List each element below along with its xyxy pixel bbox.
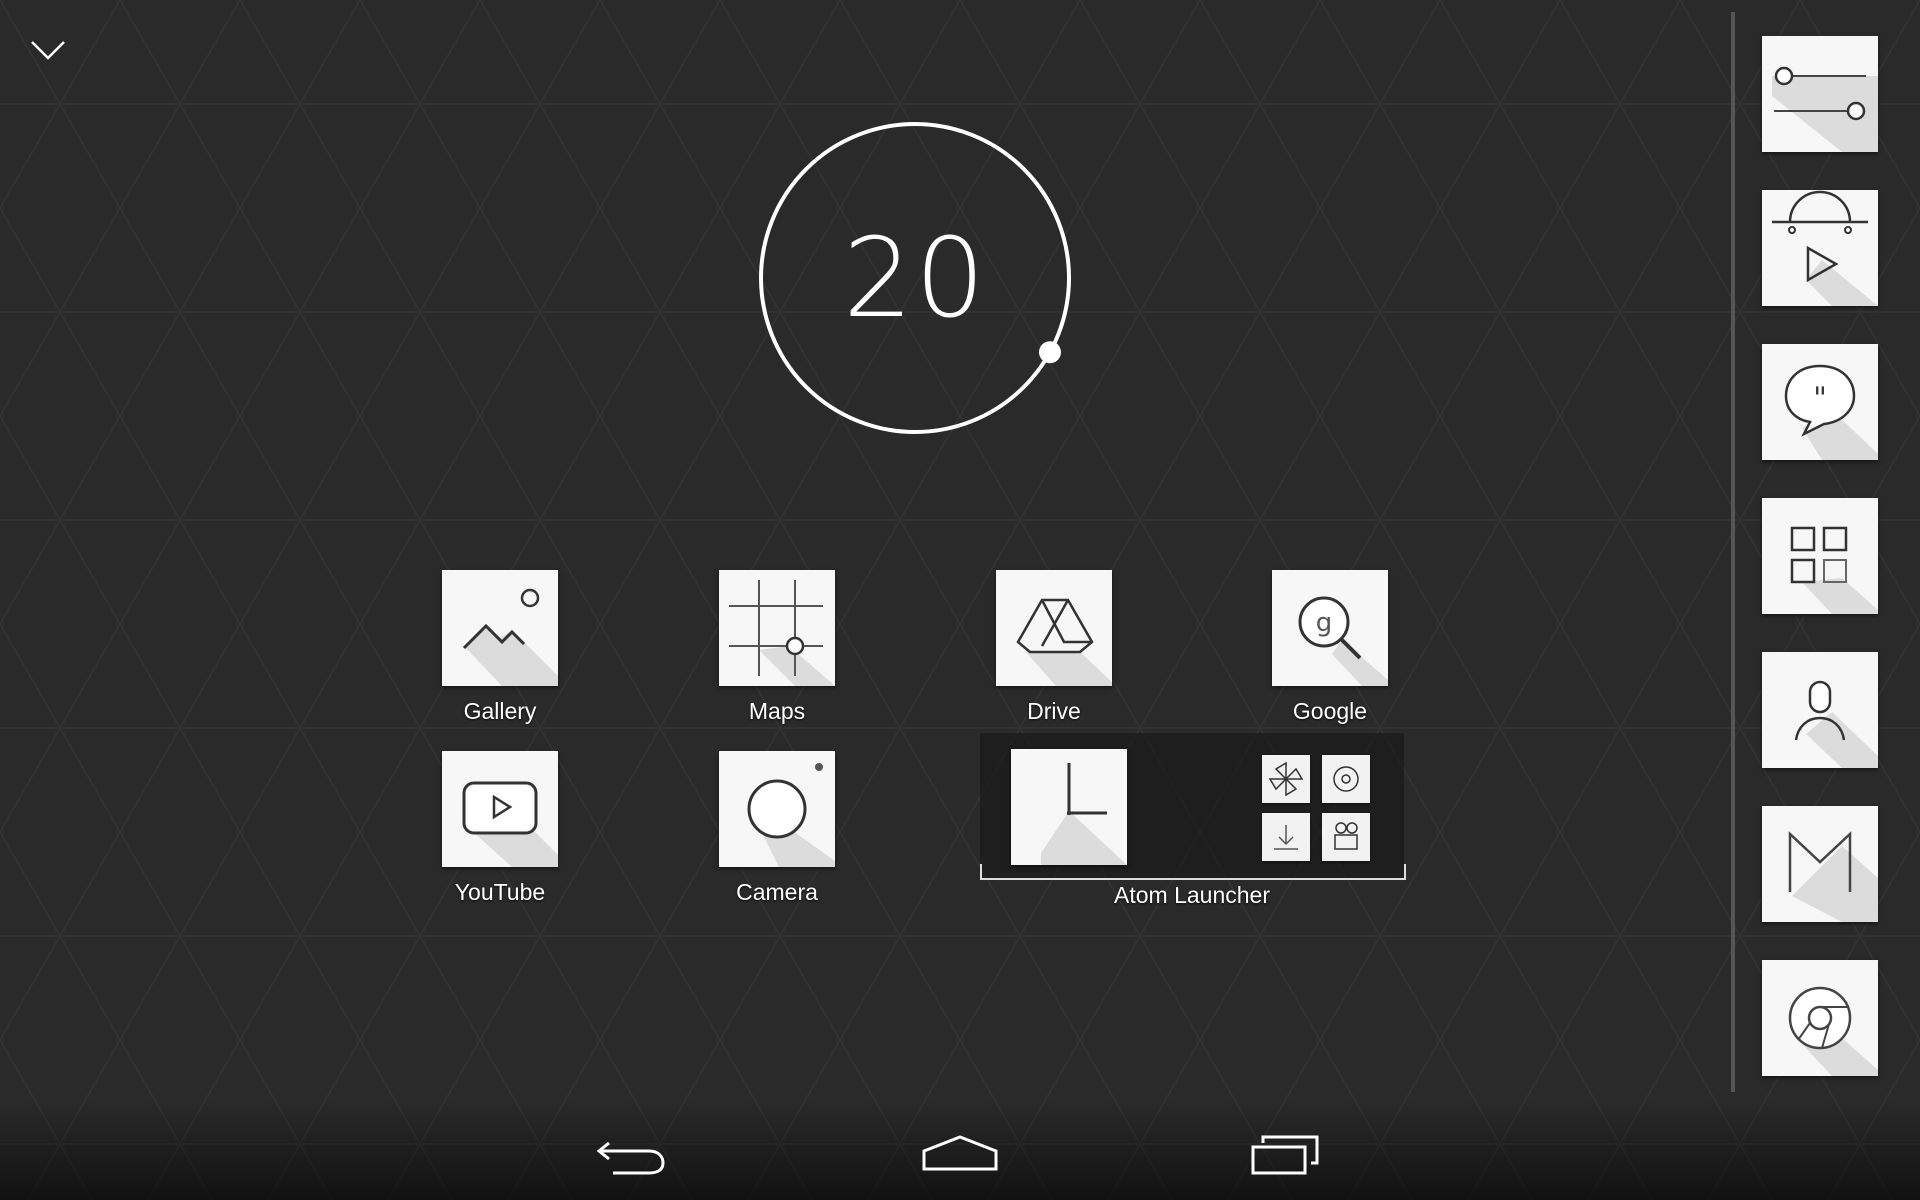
svg-text:g: g — [1316, 608, 1333, 638]
dock-gmail[interactable] — [1762, 806, 1878, 922]
recents-button[interactable] — [1235, 1125, 1335, 1185]
dock-apps[interactable] — [1762, 498, 1878, 614]
youtube-icon — [442, 751, 558, 867]
folder-atom-launcher[interactable] — [980, 733, 1404, 879]
settings-icon — [1772, 66, 1878, 152]
dock-contacts[interactable] — [1762, 652, 1878, 768]
pinwheel-icon — [1262, 755, 1310, 803]
app-drive[interactable]: Drive — [954, 570, 1154, 725]
app-maps[interactable]: Maps — [677, 570, 877, 725]
app-gallery[interactable]: Gallery — [400, 570, 600, 725]
collapse-button[interactable] — [24, 28, 72, 68]
app-label: Drive — [1027, 698, 1081, 724]
camera-icon — [719, 751, 835, 867]
app-youtube[interactable]: YouTube — [400, 751, 600, 906]
download-icon — [1262, 813, 1310, 861]
app-label: Google — [1292, 698, 1368, 724]
apps-grid-icon — [1790, 526, 1878, 614]
back-icon — [596, 1141, 665, 1175]
movie-camera-icon — [1322, 813, 1370, 861]
dock-settings[interactable] — [1762, 36, 1878, 152]
google-search-icon: g — [1272, 570, 1388, 686]
hangouts-icon: " — [1784, 364, 1878, 460]
play-store-icon — [1772, 190, 1878, 306]
dock-hangouts[interactable]: " — [1762, 344, 1878, 460]
app-google[interactable]: g Google — [1230, 570, 1430, 725]
app-label: YouTube — [454, 879, 546, 905]
clock-widget[interactable]: 20 — [755, 118, 1075, 438]
gallery-icon — [442, 570, 558, 686]
app-label: Camera — [736, 879, 818, 905]
dock-separator — [1731, 12, 1735, 1092]
maps-icon — [719, 570, 835, 686]
app-label: Maps — [748, 698, 806, 724]
dock-chrome[interactable] — [1762, 960, 1878, 1076]
drive-icon — [996, 570, 1112, 686]
home-button[interactable] — [910, 1125, 1010, 1185]
app-label: Gallery — [463, 698, 537, 724]
folder-label: Atom Launcher — [1114, 882, 1270, 908]
music-icon — [1322, 755, 1370, 803]
clock-icon — [1011, 749, 1127, 865]
app-camera[interactable]: Camera — [677, 751, 877, 906]
chrome-icon — [1788, 986, 1878, 1076]
svg-text:": " — [1813, 381, 1827, 416]
home-icon — [922, 1135, 998, 1171]
dock-play-store[interactable] — [1762, 190, 1878, 306]
chevron-down-icon — [31, 41, 65, 60]
folder-bracket — [980, 864, 1406, 880]
back-button[interactable] — [585, 1125, 685, 1185]
contacts-icon — [1794, 680, 1878, 768]
recents-icon — [1251, 1135, 1319, 1175]
gmail-icon — [1788, 831, 1878, 922]
clock-minutes: 20 — [843, 214, 987, 342]
